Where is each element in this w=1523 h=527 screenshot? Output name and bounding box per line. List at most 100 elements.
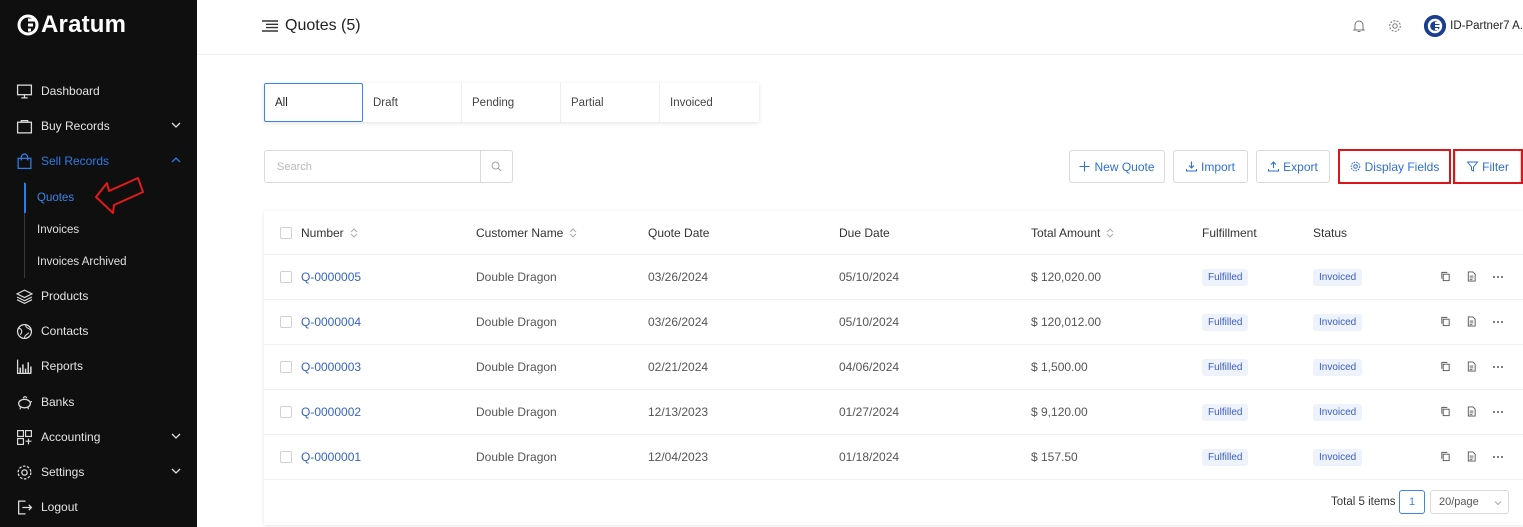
table-row[interactable]: Q-0000001 Double Dragon 12/04/2023 01/18/20… bbox=[264, 435, 1523, 480]
table-row[interactable]: Q-0000002 Double Dragon 12/13/2023 01/27/20… bbox=[264, 390, 1523, 435]
select-all-checkbox[interactable] bbox=[280, 226, 292, 239]
copy-icon[interactable] bbox=[1440, 361, 1452, 373]
plus-icon bbox=[1079, 161, 1090, 172]
tab-partial[interactable]: Partial bbox=[561, 83, 660, 122]
table-row[interactable]: Q-0000003 Double Dragon 02/21/2024 04/06/20… bbox=[264, 345, 1523, 390]
user-name[interactable]: ID-Partner7 A. bbox=[1450, 20, 1523, 32]
page-title: Quotes (5) bbox=[262, 17, 361, 35]
export-button[interactable]: Export bbox=[1256, 150, 1330, 183]
document-icon[interactable] bbox=[1466, 316, 1478, 328]
more-icon[interactable] bbox=[1492, 271, 1504, 283]
column-header-number[interactable]: Number bbox=[301, 211, 358, 254]
tab-pending[interactable]: Pending bbox=[462, 83, 561, 122]
download-icon bbox=[1185, 161, 1197, 172]
quote-number-link[interactable]: Q-0000004 bbox=[301, 315, 361, 329]
column-header-total-amount[interactable]: Total Amount bbox=[1031, 211, 1114, 254]
cell-quote-date: 03/26/2024 bbox=[648, 315, 709, 329]
sidebar-subitem-invoices-archived[interactable]: Invoices Archived bbox=[24, 247, 197, 277]
column-header-fulfillment: Fulfillment bbox=[1202, 225, 1257, 240]
row-actions bbox=[1440, 345, 1518, 389]
row-checkbox[interactable] bbox=[280, 451, 292, 463]
import-button[interactable]: Import bbox=[1173, 150, 1248, 183]
sidebar-item-label: Contacts bbox=[41, 324, 89, 338]
copy-icon[interactable] bbox=[1440, 406, 1452, 418]
column-header-customer-name[interactable]: Customer Name bbox=[476, 211, 577, 254]
sidebar-subitem-invoices[interactable]: Invoices bbox=[24, 215, 197, 245]
sidebar-item-settings[interactable]: Settings bbox=[0, 455, 197, 489]
row-checkbox[interactable] bbox=[280, 406, 292, 418]
sidebar-item-banks[interactable]: Banks bbox=[0, 385, 197, 419]
cell-due-date: 01/27/2024 bbox=[839, 405, 900, 419]
chevron-down-icon bbox=[1494, 501, 1502, 506]
table-row[interactable]: Q-0000005 Double Dragon 03/26/2024 05/10/20… bbox=[264, 255, 1523, 300]
more-icon[interactable] bbox=[1492, 451, 1504, 463]
more-icon[interactable] bbox=[1492, 361, 1504, 373]
sidebar-item-contacts[interactable]: Contacts bbox=[0, 314, 197, 348]
quote-number-link[interactable]: Q-0000001 bbox=[301, 450, 361, 464]
page-size-select[interactable]: 20/page bbox=[1430, 490, 1509, 514]
cell-total-amount: $ 9,120.00 bbox=[1031, 405, 1088, 419]
sidebar-item-reports[interactable]: Reports bbox=[0, 349, 197, 383]
logo-text: Aratum bbox=[41, 11, 127, 38]
sidebar-item-label: Accounting bbox=[41, 430, 101, 444]
gear-icon[interactable] bbox=[1388, 19, 1402, 33]
search-input[interactable] bbox=[265, 151, 480, 182]
document-icon[interactable] bbox=[1466, 361, 1478, 373]
avatar[interactable] bbox=[1424, 15, 1447, 37]
total-items: Total 5 items bbox=[1331, 496, 1396, 508]
cell-total-amount: $ 120,012.00 bbox=[1031, 315, 1102, 329]
cell-status: Invoiced bbox=[1313, 300, 1363, 344]
search-button[interactable] bbox=[480, 151, 512, 182]
sidebar-item-buy-records[interactable]: Buy Records bbox=[0, 109, 197, 143]
piggy-bank-icon bbox=[16, 394, 33, 411]
search-box bbox=[264, 150, 513, 183]
tab-all[interactable]: All bbox=[264, 83, 363, 122]
cell-quote-number[interactable]: Q-0000001 bbox=[301, 435, 361, 479]
cell-quote-number[interactable]: Q-0000003 bbox=[301, 345, 361, 389]
copy-icon[interactable] bbox=[1440, 271, 1452, 283]
quote-number-link[interactable]: Q-0000002 bbox=[301, 405, 361, 419]
row-checkbox[interactable] bbox=[280, 271, 292, 283]
cell-due-date: 04/06/2024 bbox=[839, 360, 900, 374]
row-checkbox[interactable] bbox=[280, 316, 292, 328]
bell-icon[interactable] bbox=[1352, 19, 1366, 33]
document-icon[interactable] bbox=[1466, 406, 1478, 418]
column-header-label: Customer Name bbox=[476, 225, 564, 240]
copy-icon[interactable] bbox=[1440, 316, 1452, 328]
quote-number-link[interactable]: Q-0000003 bbox=[301, 360, 361, 374]
status-badge: Invoiced bbox=[1313, 313, 1363, 331]
row-actions bbox=[1440, 390, 1518, 434]
sidebar-item-label: Banks bbox=[41, 395, 75, 409]
sidebar: Aratum Dashboard Buy Records Sell Record… bbox=[0, 0, 197, 527]
bag-icon bbox=[16, 118, 33, 135]
app-logo[interactable]: Aratum bbox=[17, 10, 126, 40]
more-icon[interactable] bbox=[1492, 316, 1504, 328]
sidebar-item-accounting[interactable]: Accounting bbox=[0, 420, 197, 454]
new-quote-button[interactable]: New Quote bbox=[1069, 150, 1165, 183]
fulfillment-badge: Fulfilled bbox=[1202, 358, 1249, 376]
more-icon[interactable] bbox=[1492, 406, 1504, 418]
document-icon[interactable] bbox=[1466, 271, 1478, 283]
quotes-table: Number Customer Name Quote Date Due Date… bbox=[264, 211, 1523, 525]
cell-quote-number[interactable]: Q-0000002 bbox=[301, 390, 361, 434]
grid-icon bbox=[16, 429, 33, 446]
sort-icon bbox=[1107, 227, 1114, 238]
document-icon[interactable] bbox=[1466, 451, 1478, 463]
tab-invoiced[interactable]: Invoiced bbox=[660, 83, 759, 122]
chevron-down-icon bbox=[171, 433, 181, 439]
sidebar-item-products[interactable]: Products bbox=[0, 279, 197, 313]
page-number-button[interactable]: 1 bbox=[1399, 490, 1425, 514]
tab-draft[interactable]: Draft bbox=[363, 83, 462, 122]
table-row[interactable]: Q-0000004 Double Dragon 03/26/2024 05/10/20… bbox=[264, 300, 1523, 345]
sidebar-item-logout[interactable]: Logout bbox=[0, 490, 197, 524]
cell-quote-number[interactable]: Q-0000005 bbox=[301, 255, 361, 299]
copy-icon[interactable] bbox=[1440, 451, 1452, 463]
quote-number-link[interactable]: Q-0000005 bbox=[301, 270, 361, 284]
row-checkbox[interactable] bbox=[280, 361, 292, 373]
cell-quote-date: 03/26/2024 bbox=[648, 270, 709, 284]
sidebar-item-dashboard[interactable]: Dashboard bbox=[0, 74, 197, 108]
cell-quote-number[interactable]: Q-0000004 bbox=[301, 300, 361, 344]
layers-icon bbox=[16, 288, 33, 305]
new-quote-label: New Quote bbox=[1094, 159, 1155, 174]
menu-icon[interactable] bbox=[262, 20, 278, 32]
